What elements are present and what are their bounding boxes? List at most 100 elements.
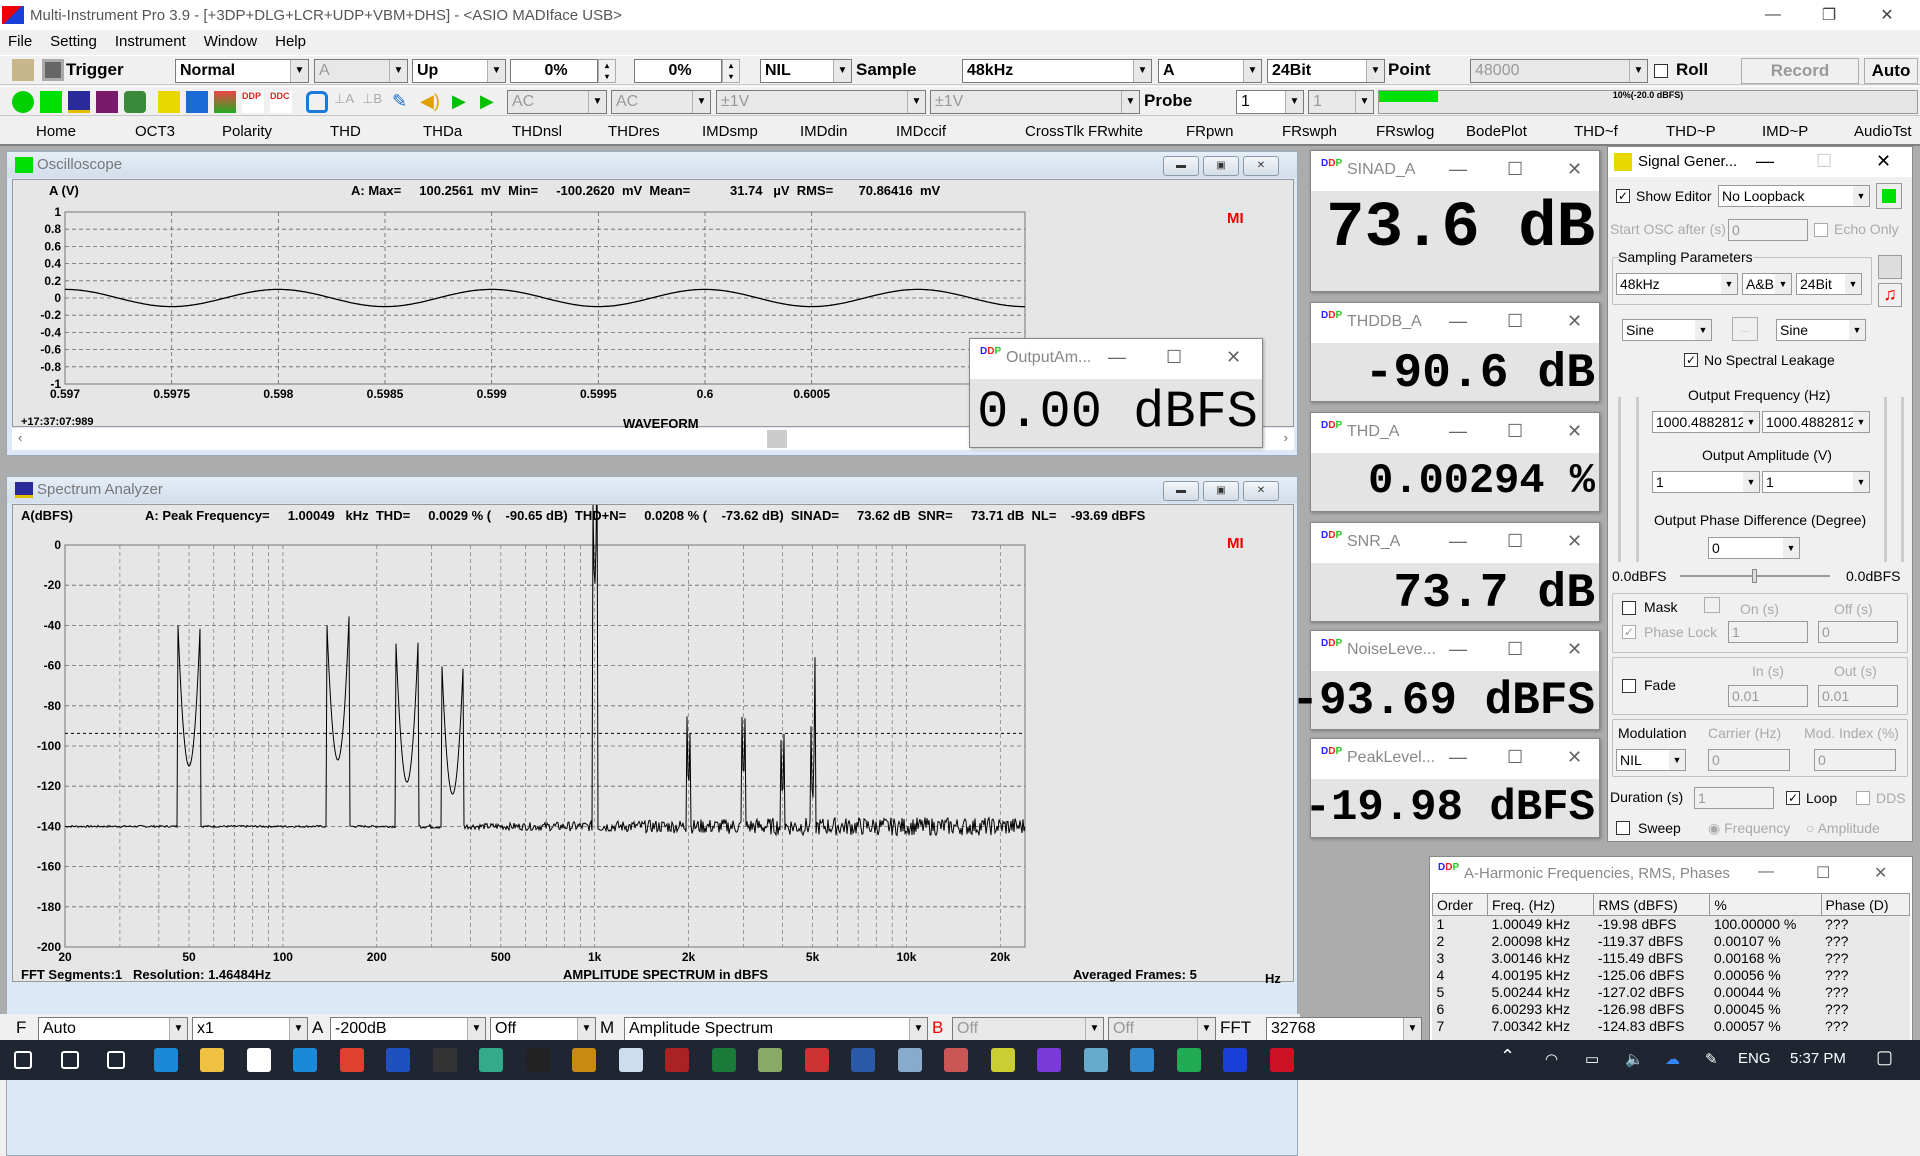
sweep-frequency-radio[interactable]: ◉ Frequency	[1708, 820, 1790, 837]
mask-settings-button[interactable]	[1704, 597, 1720, 613]
trigger-filter-select[interactable]: NIL▼	[760, 59, 852, 83]
column-header[interactable]: Freq. (Hz)	[1488, 894, 1594, 916]
close-button[interactable]: ✕	[1567, 531, 1582, 552]
tab-frswph[interactable]: FRswph	[1282, 123, 1337, 140]
spectrum-analyzer-icon[interactable]	[68, 91, 90, 113]
auto-button[interactable]: Auto	[1864, 58, 1918, 84]
wifi-icon[interactable]: ◠	[1545, 1050, 1558, 1068]
coupling-a-select[interactable]: AC▼	[507, 90, 607, 114]
trigger-channel-select[interactable]: A▼	[314, 59, 408, 83]
minimize-button[interactable]: —	[1108, 347, 1126, 368]
mask-checkbox[interactable]	[1622, 601, 1636, 615]
bridge-icon[interactable]	[572, 1048, 596, 1072]
minimize-button[interactable]: —	[1449, 531, 1467, 552]
mail-icon[interactable]	[293, 1048, 317, 1072]
access-icon[interactable]	[665, 1048, 689, 1072]
save-settings-icon[interactable]	[1878, 255, 1902, 279]
wave-a-select[interactable]: Sine▼	[1622, 319, 1712, 341]
start-osc-input[interactable]: 0	[1728, 219, 1808, 241]
tab-frpwn[interactable]: FRpwn	[1186, 123, 1234, 140]
tab-thdp[interactable]: THD~P	[1666, 123, 1716, 140]
zoom-select[interactable]: x1▼	[192, 1017, 308, 1041]
maximize-button[interactable]: ▣	[1203, 156, 1239, 176]
dut-icon[interactable]	[186, 91, 208, 113]
close-button[interactable]: ✕	[1567, 421, 1582, 442]
minimize-button[interactable]: —	[1449, 639, 1467, 660]
maximize-button[interactable]: ☐	[1507, 421, 1523, 442]
mod-index-input[interactable]: 0	[1814, 749, 1896, 771]
tab-imddin[interactable]: IMDdin	[800, 123, 848, 140]
oscilloscope-icon[interactable]	[40, 91, 62, 113]
modulation-select[interactable]: NIL▼	[1616, 749, 1686, 771]
fft-size-select[interactable]: 32768▼	[1266, 1017, 1422, 1041]
wave-editor-button[interactable]: ...	[1732, 317, 1758, 341]
notepad-icon[interactable]	[619, 1048, 643, 1072]
vpn-icon[interactable]	[898, 1048, 922, 1072]
a-option-select[interactable]: Off▼	[490, 1017, 596, 1041]
tab-imdp[interactable]: IMD~P	[1762, 123, 1808, 140]
tab-audiotst[interactable]: AudioTst	[1854, 123, 1912, 140]
paint-icon[interactable]	[944, 1048, 968, 1072]
column-header[interactable]: %	[1710, 894, 1821, 916]
sweep-checkbox[interactable]	[1616, 821, 1630, 835]
language-indicator[interactable]: ENG	[1738, 1050, 1771, 1067]
store-icon[interactable]	[247, 1048, 271, 1072]
calibration-icon[interactable]	[306, 91, 328, 113]
task-view-icon[interactable]	[107, 1051, 125, 1069]
close-button[interactable]: ✕	[1567, 311, 1582, 332]
probe-b-select[interactable]: 1▼	[1308, 90, 1374, 114]
edge-icon[interactable]	[154, 1048, 178, 1072]
spectrum-chart[interactable]: 0-20-40-60-80-100-120-140-160-180-200205…	[13, 505, 1293, 981]
loop-checkbox[interactable]: ✓	[1786, 791, 1800, 805]
trigger-level-input[interactable]: 0%	[510, 59, 598, 83]
amp-a-select[interactable]: 1▼	[1652, 471, 1760, 493]
tool-icon[interactable]	[1084, 1048, 1108, 1072]
data-logger-icon[interactable]	[214, 91, 236, 113]
minimize-button[interactable]: ▬	[1163, 156, 1199, 176]
minimize-button[interactable]: ▬	[1163, 481, 1199, 501]
remote-desktop-icon[interactable]	[1130, 1048, 1154, 1072]
trigger-edge-select[interactable]: Up▼	[412, 59, 506, 83]
generator-start-button[interactable]	[1876, 183, 1902, 209]
a-range-select[interactable]: -200dB▼	[330, 1017, 486, 1041]
sweep-amplitude-radio[interactable]: ○ Amplitude	[1806, 820, 1880, 836]
battery-icon[interactable]: ▭	[1585, 1050, 1599, 1068]
fade-out-input[interactable]: 0.01	[1818, 685, 1898, 707]
menu-help[interactable]: Help	[275, 33, 306, 50]
play-loop-icon[interactable]: ▶	[480, 91, 502, 113]
trigger-delay-spinner[interactable]: ▴▾	[722, 59, 740, 83]
balance-slider[interactable]	[1680, 575, 1830, 577]
probe-a-icon[interactable]: ⊥A	[334, 91, 356, 113]
maximize-button[interactable]: ☐	[1816, 863, 1830, 883]
powerpoint-icon[interactable]	[805, 1048, 829, 1072]
probe-a-select[interactable]: 1▼	[1236, 90, 1304, 114]
tab-frwhite[interactable]: FRwhite	[1088, 123, 1143, 140]
trigger-level-spinner[interactable]: ▴▾	[598, 59, 616, 83]
phase-lock-checkbox[interactable]: ✓	[1622, 625, 1636, 639]
display-mode-select[interactable]: Amplitude Spectrum▼	[624, 1017, 928, 1041]
minimize-button[interactable]: —	[1449, 311, 1467, 332]
fade-in-input[interactable]: 0.01	[1728, 685, 1808, 707]
tab-oct3[interactable]: OCT3	[135, 123, 175, 140]
visio-icon[interactable]	[851, 1048, 875, 1072]
visual-studio-icon[interactable]	[1037, 1048, 1061, 1072]
range-a-select[interactable]: ±1V▼	[716, 90, 926, 114]
close-button[interactable]: ✕	[1567, 747, 1582, 768]
app-icon[interactable]	[433, 1048, 457, 1072]
fade-checkbox[interactable]	[1622, 679, 1636, 693]
echo-only-checkbox[interactable]	[1814, 223, 1828, 237]
save-app-icon[interactable]	[386, 1048, 410, 1072]
open-icon[interactable]	[12, 59, 34, 81]
tab-home[interactable]: Home	[36, 123, 76, 140]
ddc-icon[interactable]: DDC	[270, 91, 292, 113]
save-icon[interactable]	[42, 59, 64, 81]
minimize-button[interactable]: —	[1744, 0, 1802, 30]
table-row[interactable]: 33.00146 kHz-115.49 dBFS0.00168 %???	[1433, 950, 1910, 967]
mask-on-input[interactable]: 1	[1728, 621, 1808, 643]
duration-input[interactable]: 1	[1694, 787, 1774, 809]
close-button[interactable]: ✕	[1226, 347, 1241, 368]
clock[interactable]: 5:37 PM	[1790, 1050, 1846, 1067]
trigger-mode-select[interactable]: Normal▼	[175, 59, 309, 83]
maximize-button[interactable]: ▣	[1203, 481, 1239, 501]
balance-slider-thumb[interactable]	[1752, 569, 1757, 583]
